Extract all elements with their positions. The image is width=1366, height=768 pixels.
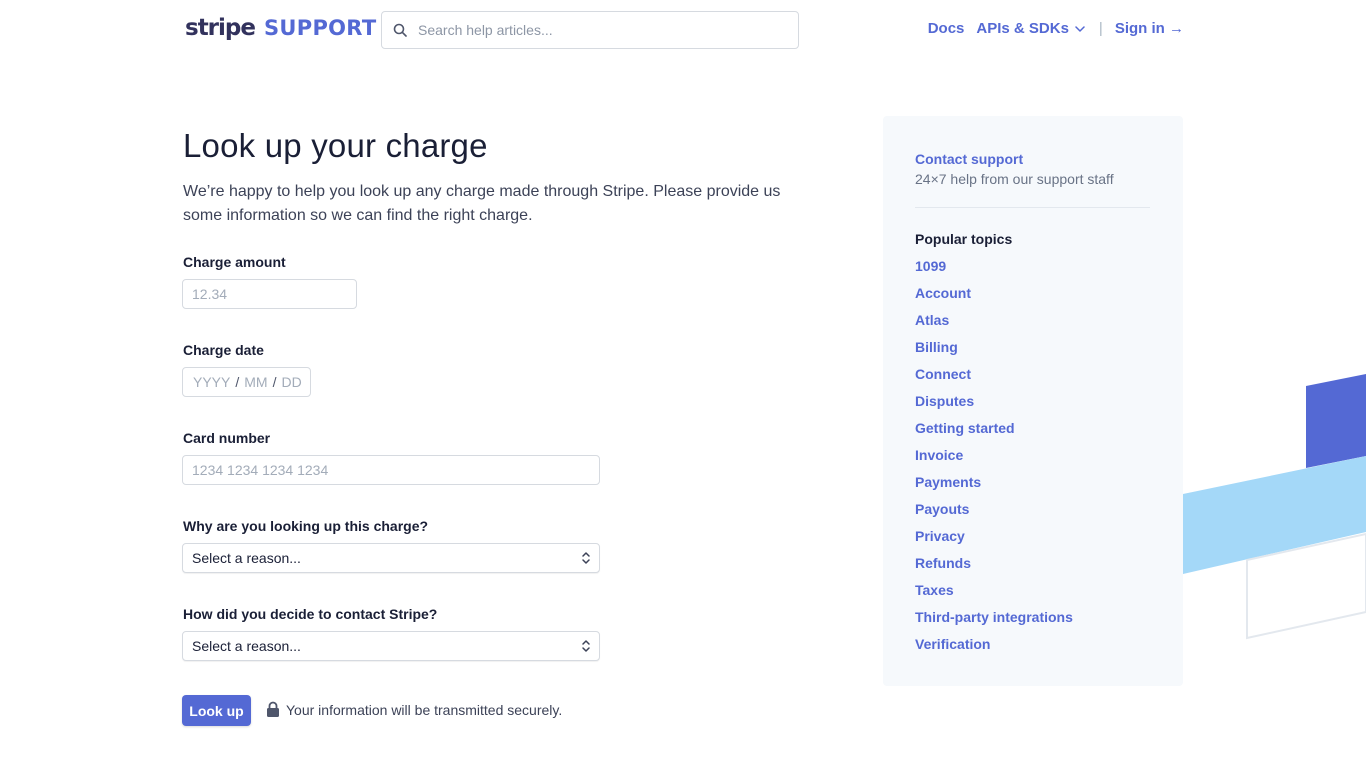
list-item: Taxes	[915, 582, 1073, 609]
reason-label: Why are you looking up this charge?	[183, 518, 429, 534]
search-icon	[382, 12, 418, 48]
decorative-stripes	[1183, 374, 1366, 640]
list-item: Atlas	[915, 312, 1073, 339]
stripe-support-logo[interactable]: stripe SUPPORT	[185, 15, 376, 41]
charge-date-label: Charge date	[183, 342, 264, 358]
secure-note-text: Your information will be transmitted sec…	[286, 701, 563, 718]
contact-reason-label: How did you decide to contact Stripe?	[183, 606, 438, 622]
logo-support-text: SUPPORT	[263, 16, 377, 40]
contact-reason-select[interactable]: Select a reason...	[182, 631, 600, 661]
secure-note: Your information will be transmitted sec…	[266, 701, 562, 718]
list-item: Getting started	[915, 420, 1073, 447]
charge-date-input[interactable]: YYYY / MM / DD	[182, 367, 311, 397]
topic-link[interactable]: Invoice	[915, 447, 963, 463]
topic-link[interactable]: Payments	[915, 474, 981, 490]
reason-select-value: Select a reason...	[192, 550, 301, 566]
intro-text: We’re happy to help you look up any char…	[183, 183, 781, 224]
topic-link[interactable]: Account	[915, 285, 971, 301]
look-up-button[interactable]: Look up	[182, 695, 251, 726]
contact-reason-select-value: Select a reason...	[192, 638, 301, 654]
search-bar[interactable]	[381, 11, 799, 49]
popular-topics-list: 1099 Account Atlas Billing Connect Dispu…	[915, 258, 1073, 663]
list-item: Payments	[915, 474, 1073, 501]
topic-link[interactable]: Billing	[915, 339, 958, 355]
list-item: Verification	[915, 636, 1073, 663]
site-header: stripe SUPPORT Docs APIs & SDKs | Sign i…	[0, 0, 1366, 62]
topic-link[interactable]: Payouts	[915, 501, 969, 517]
date-separator: /	[272, 374, 277, 390]
nav-apis-label: APIs & SDKs	[976, 20, 1069, 37]
help-sidebar: Contact support 24×7 help from our suppo…	[883, 116, 1183, 686]
list-item: Invoice	[915, 447, 1073, 474]
topic-link[interactable]: Privacy	[915, 528, 965, 544]
list-item: Refunds	[915, 555, 1073, 582]
list-item: Third-party integrations	[915, 609, 1073, 636]
contact-support-link[interactable]: Contact support	[915, 151, 1023, 167]
charge-amount-label: Charge amount	[183, 254, 286, 270]
topic-link[interactable]: Third-party integrations	[915, 609, 1073, 625]
card-number-input[interactable]	[182, 455, 600, 485]
sign-in-link[interactable]: Sign in →	[1115, 20, 1184, 37]
select-arrows-icon	[582, 640, 590, 652]
nav-apis-sdks-dropdown[interactable]: APIs & SDKs	[976, 20, 1085, 37]
chevron-down-icon	[1075, 25, 1085, 32]
search-input[interactable]	[418, 22, 778, 38]
list-item: Payouts	[915, 501, 1073, 528]
reason-select[interactable]: Select a reason...	[182, 543, 600, 573]
list-item: 1099	[915, 258, 1073, 285]
date-separator: /	[235, 374, 240, 390]
list-item: Privacy	[915, 528, 1073, 555]
date-day-placeholder: DD	[281, 374, 302, 390]
nav-docs-link[interactable]: Docs	[928, 20, 965, 37]
date-month-placeholder: MM	[244, 374, 268, 390]
topic-link[interactable]: Taxes	[915, 582, 954, 598]
list-item: Billing	[915, 339, 1073, 366]
topic-link[interactable]: Verification	[915, 636, 990, 652]
list-item: Connect	[915, 366, 1073, 393]
page-title: Look up your charge	[183, 127, 488, 164]
topic-link[interactable]: Getting started	[915, 420, 1015, 436]
list-item: Disputes	[915, 393, 1073, 420]
topic-link[interactable]: Disputes	[915, 393, 974, 409]
popular-topics-title: Popular topics	[915, 231, 1013, 247]
sidebar-divider	[915, 207, 1150, 208]
top-nav: Docs APIs & SDKs | Sign in →	[928, 20, 1184, 37]
charge-amount-input[interactable]	[182, 279, 357, 309]
nav-separator: |	[1098, 20, 1103, 37]
topic-link[interactable]: 1099	[915, 258, 946, 274]
logo-stripe-text: stripe	[185, 15, 256, 41]
date-year-placeholder: YYYY	[193, 374, 231, 390]
contact-support-subtitle: 24×7 help from our support staff	[915, 171, 1114, 187]
card-number-label: Card number	[183, 430, 271, 446]
topic-link[interactable]: Refunds	[915, 555, 971, 571]
lock-icon	[267, 701, 279, 717]
select-arrows-icon	[582, 552, 590, 564]
topic-link[interactable]: Atlas	[915, 312, 949, 328]
lookup-intro: Look up your charge We’re happy to help …	[183, 118, 803, 228]
list-item: Account	[915, 285, 1073, 312]
topic-link[interactable]: Connect	[915, 366, 971, 382]
